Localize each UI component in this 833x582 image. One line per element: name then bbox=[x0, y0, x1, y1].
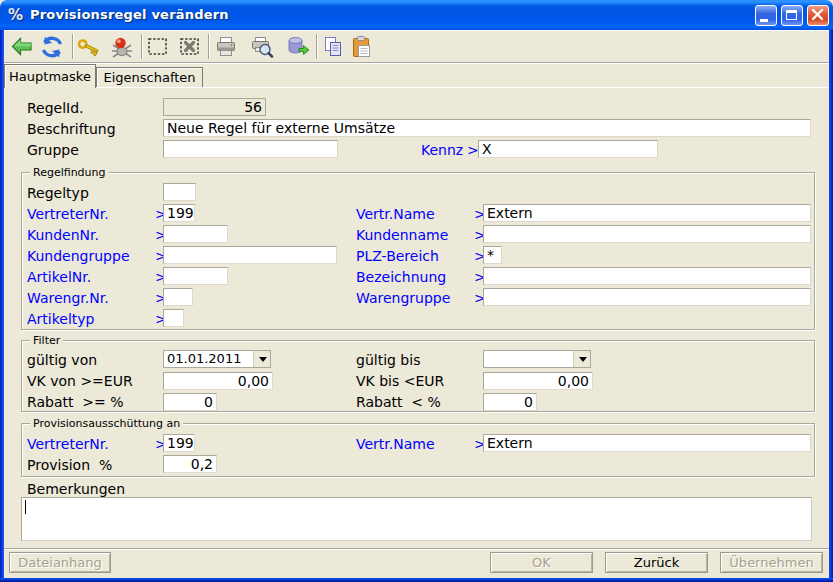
plz-bereich-field[interactable]: * bbox=[483, 246, 502, 264]
prov-vertrname-field[interactable]: Extern bbox=[483, 434, 811, 452]
beschriftung-field[interactable]: Neue Regel für externe Umsätze bbox=[163, 119, 811, 137]
kennz-marker: > bbox=[467, 142, 479, 158]
warengrnr-label: Warengr.Nr. bbox=[27, 290, 109, 306]
vk-von-field[interactable]: 0,00 bbox=[163, 372, 273, 390]
back-icon[interactable] bbox=[10, 35, 34, 59]
kundennr-field[interactable] bbox=[163, 225, 228, 243]
regeltyp-field[interactable] bbox=[163, 183, 196, 201]
print-preview-icon[interactable] bbox=[250, 35, 274, 59]
dialog-window: % Provisionsregel verändern bbox=[0, 0, 833, 582]
zurueck-button[interactable]: Zurück bbox=[605, 552, 708, 573]
kennz-label: Kennz bbox=[421, 142, 463, 158]
warengruppe-field[interactable] bbox=[483, 288, 811, 306]
rabatt-von-field[interactable]: 0 bbox=[163, 393, 217, 411]
maximize-button[interactable] bbox=[781, 5, 803, 26]
kundengruppe-label: Kundengruppe bbox=[27, 248, 130, 264]
bezeichnung-label: Bezeichnung bbox=[356, 269, 446, 285]
tab-eigenschaften[interactable]: Eigenschaften bbox=[96, 67, 203, 87]
artikeltyp-label: Artikeltyp bbox=[27, 311, 94, 327]
gueltig-bis-label: gültig bis bbox=[356, 352, 420, 368]
window-border-left bbox=[0, 30, 4, 578]
vk-bis-label: VK bis <EUR bbox=[356, 373, 444, 389]
vertrname-field[interactable]: Extern bbox=[483, 204, 811, 222]
close-button[interactable] bbox=[807, 5, 829, 26]
toolbar-divider-hl bbox=[4, 63, 829, 64]
rabatt-bis-field[interactable]: 0 bbox=[483, 393, 537, 411]
minimize-icon bbox=[760, 19, 768, 22]
regelid-field: 56 bbox=[163, 98, 266, 116]
title-bar[interactable]: % Provisionsregel verändern bbox=[0, 0, 833, 30]
prov-vertrname-label: Vertr.Name bbox=[356, 436, 435, 452]
app-icon: % bbox=[8, 6, 26, 24]
gueltig-bis-dropdown-button[interactable] bbox=[573, 351, 590, 367]
close-icon bbox=[808, 6, 828, 25]
selection-rect-icon[interactable] bbox=[146, 35, 170, 59]
footer-divider-hl bbox=[4, 549, 829, 550]
bug-icon[interactable] bbox=[110, 35, 134, 59]
rabatt-von-label: Rabatt >= % bbox=[27, 394, 124, 410]
toolbar-separator-hl bbox=[317, 34, 318, 59]
gueltig-bis-combo[interactable] bbox=[483, 350, 591, 368]
window-title: Provisionsregel verändern bbox=[30, 7, 229, 23]
rabatt-bis-label: Rabatt < % bbox=[356, 394, 441, 410]
paste-icon[interactable] bbox=[349, 35, 373, 59]
minimize-button[interactable] bbox=[755, 5, 777, 26]
gruppe-field[interactable] bbox=[163, 140, 338, 158]
artikelnr-label: ArtikelNr. bbox=[27, 269, 91, 285]
kundenname-label: Kundenname bbox=[356, 227, 448, 243]
bemerkungen-textarea[interactable] bbox=[21, 497, 812, 541]
window-border-right bbox=[829, 30, 833, 578]
filter-legend: Filter bbox=[30, 334, 63, 348]
key-icon[interactable] bbox=[77, 35, 101, 59]
plz-bereich-label: PLZ-Bereich bbox=[356, 248, 439, 264]
vk-bis-field[interactable]: 0,00 bbox=[483, 372, 593, 390]
vertrname-label: Vertr.Name bbox=[356, 206, 435, 222]
gueltig-von-label: gültig von bbox=[27, 352, 97, 368]
prov-vertreternr-field[interactable]: 199 bbox=[163, 434, 195, 452]
refresh-icon[interactable] bbox=[40, 35, 64, 59]
gruppe-label: Gruppe bbox=[27, 142, 79, 158]
text-caret bbox=[25, 500, 26, 514]
kundennr-label: KundenNr. bbox=[27, 227, 99, 243]
tabstrip-baseline bbox=[96, 87, 829, 88]
kundengruppe-field[interactable] bbox=[163, 246, 337, 264]
chevron-down-icon bbox=[259, 357, 268, 363]
copy-icon[interactable] bbox=[321, 35, 345, 59]
dateianhang-button[interactable]: Dateianhang bbox=[9, 552, 111, 573]
toolbar-separator-hl bbox=[73, 34, 74, 59]
vertreternr-field[interactable]: 199 bbox=[163, 204, 195, 222]
ok-button[interactable]: OK bbox=[490, 552, 593, 573]
toolbar-separator-hl bbox=[209, 34, 210, 59]
maximize-icon bbox=[786, 10, 797, 20]
bemerkungen-label: Bemerkungen bbox=[27, 481, 125, 497]
vertreternr-label: VertreterNr. bbox=[27, 206, 109, 222]
vk-von-label: VK von >=EUR bbox=[27, 373, 133, 389]
kennz-field[interactable]: X bbox=[478, 140, 658, 158]
regelfindung-legend: Regelfindung bbox=[30, 166, 109, 180]
toolbar bbox=[4, 31, 829, 62]
toolbar-separator-hl bbox=[142, 34, 143, 59]
clear-selection-icon[interactable] bbox=[178, 35, 202, 59]
provision-proz-label: Provision % bbox=[27, 457, 112, 473]
regeltyp-label: Regeltyp bbox=[27, 185, 89, 201]
beschriftung-label: Beschriftung bbox=[27, 121, 116, 137]
uebernehmen-button[interactable]: Übernehmen bbox=[720, 552, 823, 573]
chevron-down-icon bbox=[579, 357, 588, 363]
window-border-bottom bbox=[0, 578, 833, 582]
warengrnr-field[interactable] bbox=[163, 288, 193, 306]
gueltig-von-dropdown-button[interactable] bbox=[253, 351, 270, 367]
print-icon[interactable] bbox=[214, 35, 238, 59]
prov-vertreternr-label: VertreterNr. bbox=[27, 436, 109, 452]
kundenname-field[interactable] bbox=[483, 225, 811, 243]
provision-legend: Provisionsausschüttung an bbox=[30, 417, 183, 431]
gueltig-von-combo[interactable]: 01.01.2011 bbox=[163, 350, 271, 368]
artikeltyp-field[interactable] bbox=[163, 309, 184, 327]
regelid-label: RegelId. bbox=[27, 100, 84, 116]
tab-hauptmaske[interactable]: Hauptmaske bbox=[4, 64, 96, 88]
provision-proz-field[interactable]: 0,2 bbox=[163, 455, 217, 473]
warengruppe-label: Warengruppe bbox=[356, 290, 450, 306]
bezeichnung-field[interactable] bbox=[483, 267, 811, 285]
artikelnr-field[interactable] bbox=[163, 267, 228, 285]
database-export-icon[interactable] bbox=[286, 35, 310, 59]
